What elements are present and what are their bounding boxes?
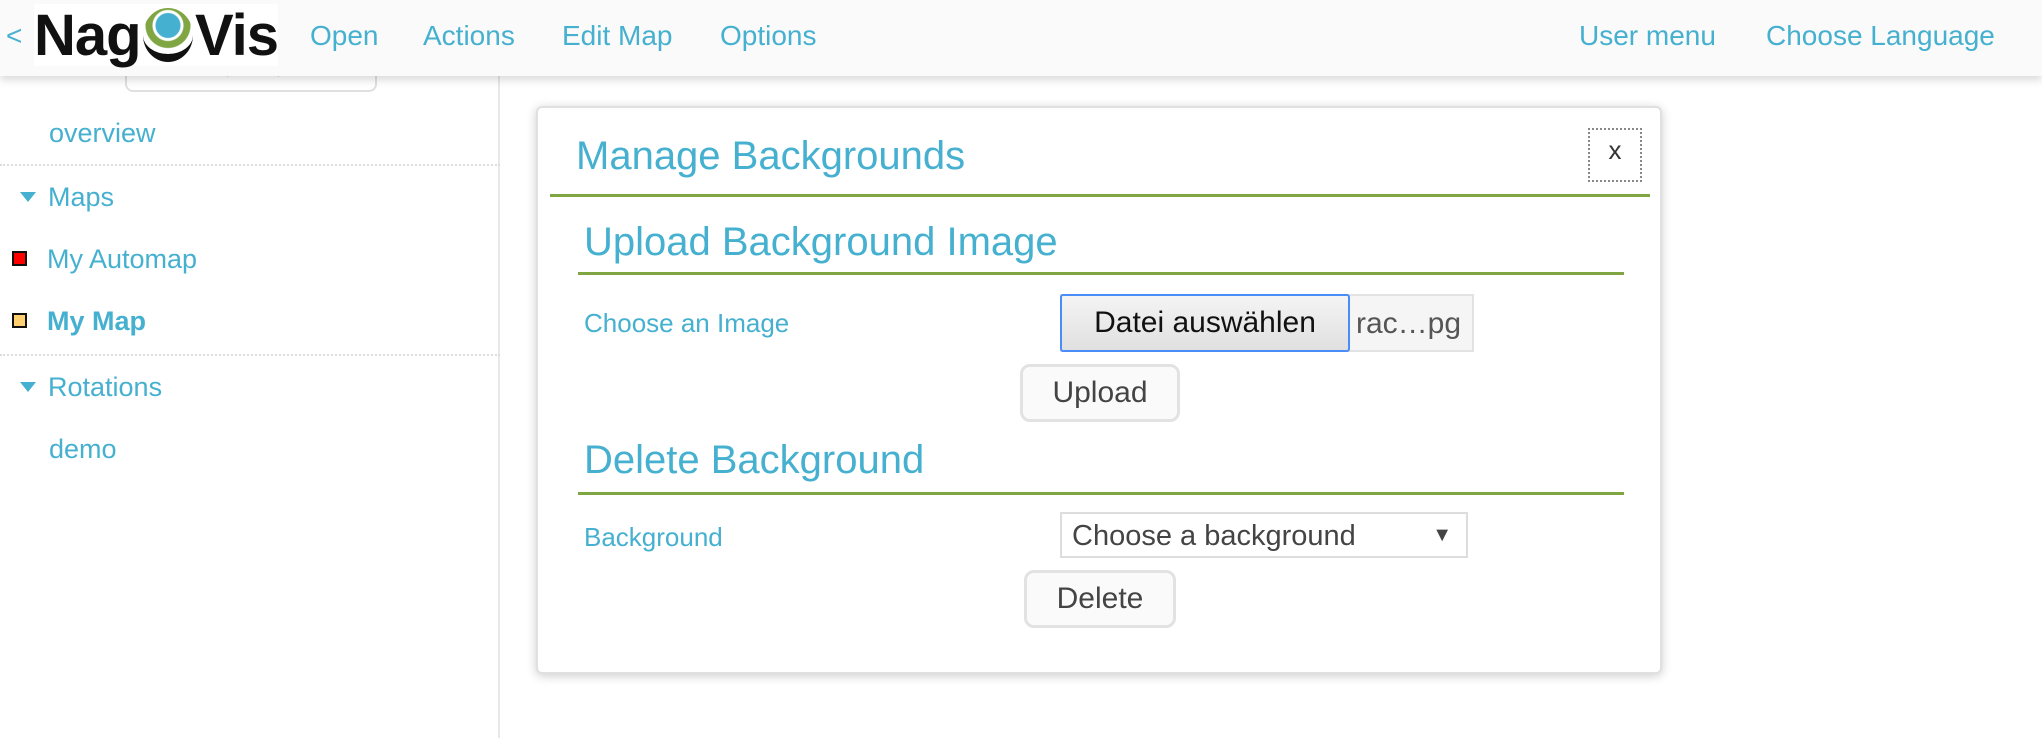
sidebar-item-demo[interactable]: demo — [0, 434, 500, 465]
menu-actions[interactable]: Actions — [423, 20, 515, 52]
sidebar-section-maps[interactable]: Maps — [0, 182, 500, 213]
sidebar-item-label: Rotations — [48, 372, 163, 402]
sidebar-section-rotations[interactable]: Rotations — [0, 372, 500, 403]
dialog-title: Manage Backgrounds — [576, 134, 966, 178]
dropdown-arrow-icon: ▼ — [1432, 524, 1452, 546]
logo-text-left: Nag — [34, 2, 142, 68]
choose-file-button[interactable]: Datei auswählen — [1060, 294, 1350, 352]
upload-heading: Upload Background Image — [584, 220, 1058, 264]
sidebar-item-label: My Automap — [47, 244, 198, 274]
select-value: Choose a background — [1072, 520, 1356, 552]
title-divider — [550, 194, 1650, 197]
choose-image-label: Choose an Image — [584, 308, 790, 338]
sidebar-item-label: My Map — [47, 306, 147, 336]
sidebar-item-label: overview — [49, 118, 156, 148]
nagvis-logo[interactable]: Nag Vis — [34, 2, 279, 68]
section-divider — [578, 492, 1624, 495]
triangle-down-icon — [20, 192, 36, 202]
top-menu-bar: < Nag Vis Open Actions Edit Map Options U… — [0, 0, 2042, 76]
sidebar-item-overview[interactable]: overview — [0, 118, 500, 149]
delete-heading: Delete Background — [584, 438, 925, 482]
menu-open[interactable]: Open — [310, 20, 379, 52]
menu-options[interactable]: Options — [720, 20, 817, 52]
state-yellow-icon — [12, 313, 27, 328]
state-red-icon — [12, 251, 27, 266]
logo-text-right: Vis — [194, 2, 279, 68]
menu-choose-language[interactable]: Choose Language — [1766, 20, 1995, 52]
close-button[interactable]: x — [1588, 128, 1642, 182]
delete-button[interactable]: Delete — [1024, 570, 1176, 628]
triangle-down-icon — [20, 382, 36, 392]
sidebar-item-my-map[interactable]: My Map — [0, 306, 500, 337]
manage-backgrounds-dialog: Manage Backgrounds x Upload Background I… — [536, 106, 1662, 674]
sidebar: overview Maps My Automap My Map Rotation… — [0, 70, 500, 738]
file-input[interactable]: Datei auswählen rac…pg — [1060, 294, 1474, 352]
sidebar-item-label: Maps — [48, 182, 115, 212]
sidebar-item-my-automap[interactable]: My Automap — [0, 244, 500, 275]
logo-eye-icon — [142, 8, 193, 62]
background-select[interactable]: Choose a background ▼ — [1060, 512, 1468, 558]
menu-edit-map[interactable]: Edit Map — [562, 20, 673, 52]
sidebar-item-label: demo — [49, 434, 117, 464]
collapse-header-button[interactable]: < — [6, 20, 22, 52]
upload-button[interactable]: Upload — [1020, 364, 1180, 422]
divider — [0, 354, 500, 356]
divider — [0, 164, 500, 166]
file-name: rac…pg — [1356, 307, 1462, 340]
section-divider — [578, 272, 1624, 275]
background-label: Background — [584, 522, 723, 552]
menu-user[interactable]: User menu — [1579, 20, 1716, 52]
